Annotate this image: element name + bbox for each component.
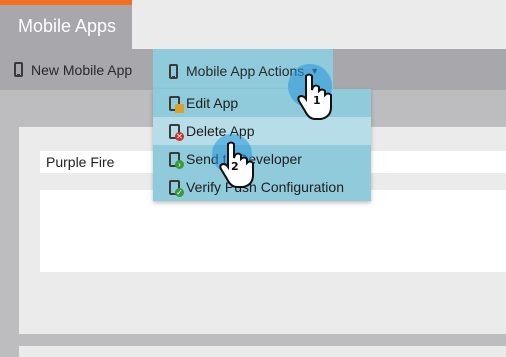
phone-icon [14, 62, 23, 77]
verify-phone-icon: ✓ [169, 179, 184, 197]
edit-phone-icon [169, 95, 184, 113]
send-phone-icon: › [169, 151, 184, 169]
menu-item-verify-push-configuration[interactable]: ✓ Verify Push Configuration [153, 173, 371, 201]
menu-item-send-to-developer[interactable]: › Send to Developer [153, 145, 371, 173]
menu-item-label: Edit App [186, 95, 239, 111]
step-number: 2 [231, 160, 239, 173]
new-mobile-app-button[interactable]: New Mobile App [14, 49, 132, 90]
mobile-app-actions-label: Mobile App Actions [186, 63, 305, 79]
phone-icon [169, 63, 178, 79]
tab-label: Mobile Apps [18, 16, 117, 36]
delete-phone-icon: ✕ [169, 123, 184, 141]
tab-accent [0, 0, 132, 5]
step-number: 1 [313, 94, 321, 107]
tab-mobile-apps[interactable]: Mobile Apps [0, 0, 132, 49]
new-mobile-app-label: New Mobile App [31, 61, 133, 78]
app-description-area[interactable] [40, 190, 506, 272]
menu-item-label: Verify Push Configuration [186, 179, 344, 195]
lower-panel [19, 346, 506, 357]
hand-pointer-icon [219, 141, 254, 188]
